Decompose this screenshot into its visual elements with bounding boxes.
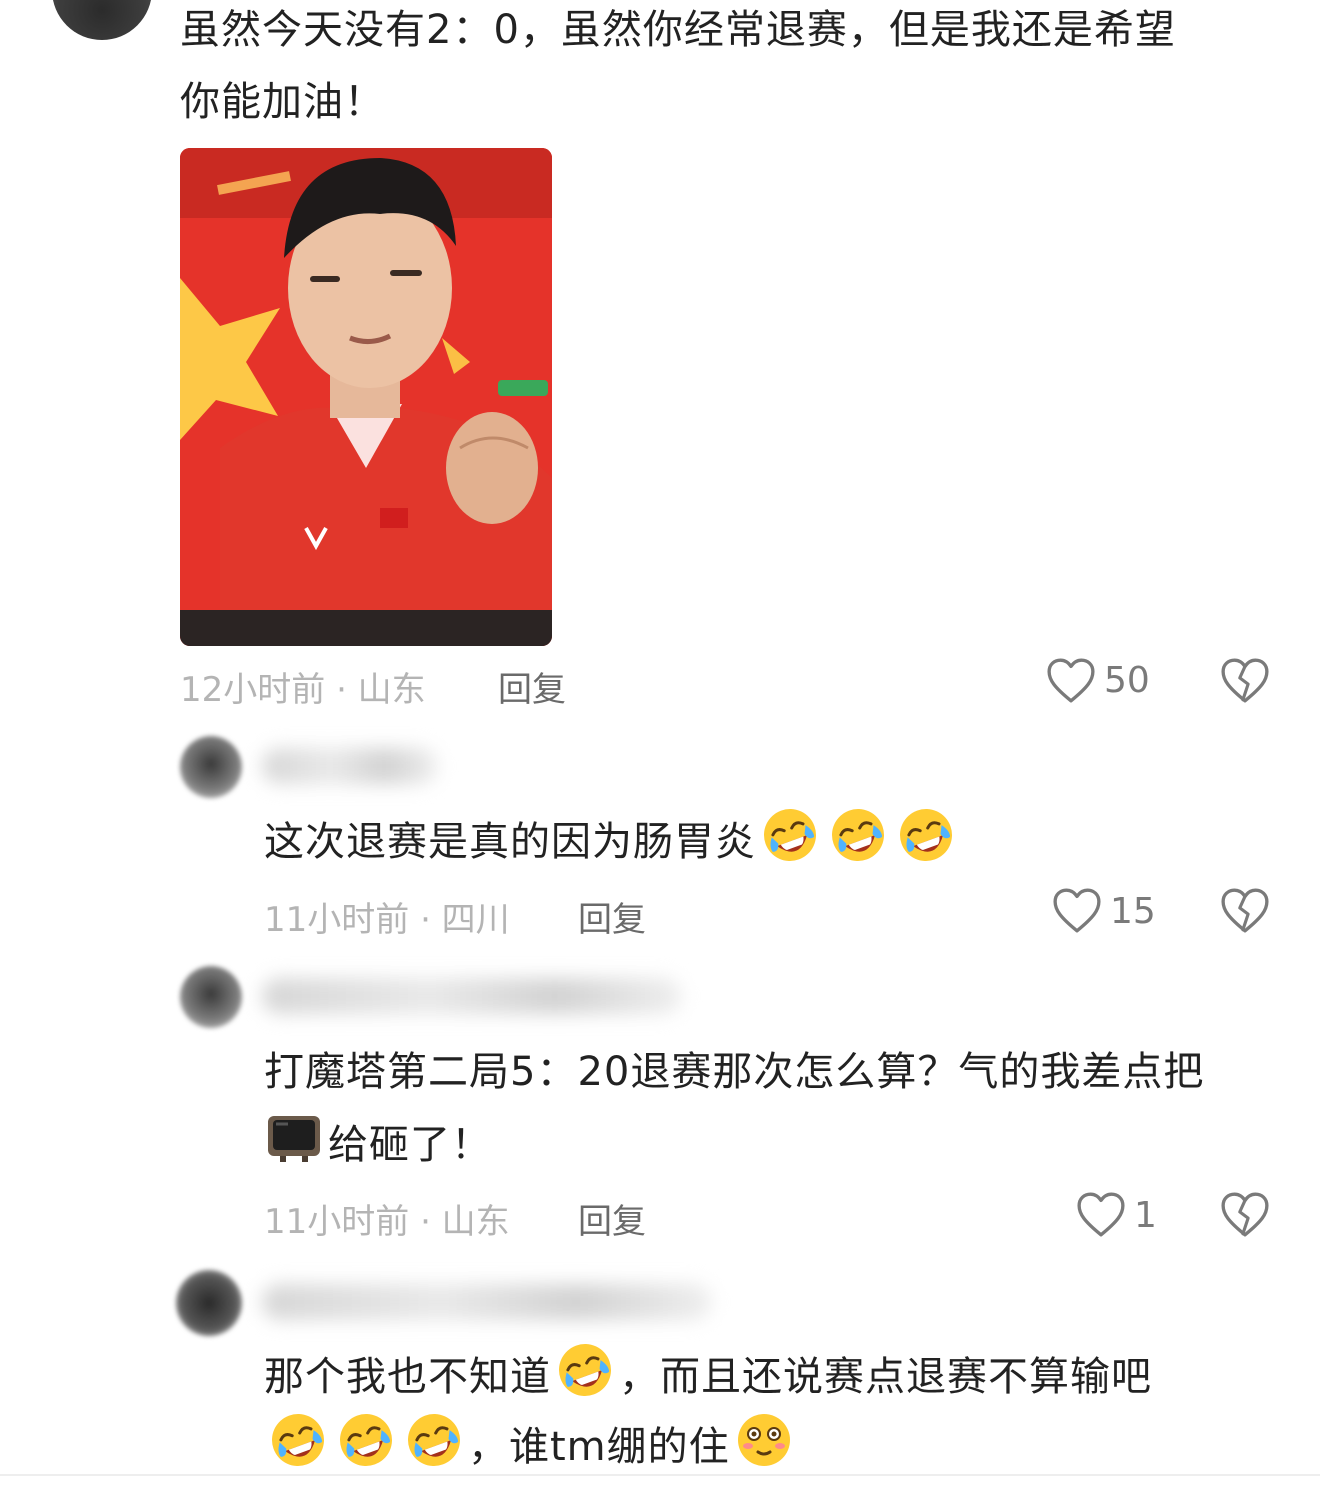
reply-1-username-blurred — [262, 748, 438, 784]
rofl-emoji — [896, 805, 956, 865]
heart-outline-icon — [1052, 888, 1102, 934]
comment-meta: 12小时前 · 山东 — [180, 670, 426, 710]
television-emoji — [264, 1108, 324, 1168]
commenter-avatar[interactable] — [52, 0, 152, 40]
comment-image[interactable] — [180, 148, 552, 646]
like-button[interactable] — [1046, 658, 1096, 706]
broken-heart-icon — [1220, 658, 1270, 704]
reply-button[interactable]: 回复 — [498, 662, 566, 711]
reply-1-reply-button[interactable]: 回复 — [578, 892, 646, 941]
broken-heart-icon — [1220, 888, 1270, 934]
rofl-emoji — [336, 1410, 396, 1470]
reply-2-username-blurred — [262, 978, 682, 1014]
reply-3-avatar[interactable] — [176, 1270, 242, 1336]
flushed-face-emoji — [734, 1410, 794, 1470]
reply-1-text: 这次退赛是真的因为肠胃炎 — [264, 805, 960, 878]
heart-outline-icon — [1076, 1192, 1126, 1238]
reply-1-avatar[interactable] — [180, 736, 242, 798]
reply-2-reply-button[interactable]: 回复 — [578, 1194, 646, 1243]
comment-text-line-2: 你能加油！ — [180, 79, 385, 125]
reply-2-like-button[interactable] — [1076, 1192, 1126, 1240]
rofl-emoji — [760, 805, 820, 865]
reply-1-meta: 11小时前 · 四川 — [264, 900, 510, 940]
reply-2-text-line-2: 给砸了！ — [264, 1108, 492, 1181]
reply-2-meta: 11小时前 · 山东 — [264, 1202, 510, 1242]
heart-outline-icon — [1046, 658, 1096, 704]
reply-1-like-count: 15 — [1110, 891, 1156, 932]
rofl-emoji — [828, 805, 888, 865]
reply-2-text-line-1: 打魔塔第二局5：20退赛那次怎么算？气的我差点把 — [264, 1049, 1205, 1095]
comment-text-line-1: 虽然今天没有2：0，虽然你经常退赛，但是我还是希望 — [180, 7, 1176, 53]
rofl-emoji — [555, 1340, 615, 1400]
divider — [0, 1474, 1320, 1476]
reply-3-username-blurred — [262, 1284, 712, 1320]
reply-3-text-line-2: ，谁tm绷的住 — [264, 1410, 798, 1483]
reply-2-dislike-button[interactable] — [1220, 1192, 1270, 1240]
reply-1-like-button[interactable] — [1052, 888, 1102, 936]
dislike-button[interactable] — [1220, 658, 1270, 706]
broken-heart-icon — [1220, 1192, 1270, 1238]
reply-2-like-count: 1 — [1134, 1195, 1157, 1236]
reply-2-avatar[interactable] — [180, 966, 242, 1028]
reply-3-text-line-1: 那个我也不知道 ，而且还说赛点退赛不算输吧 — [264, 1340, 1152, 1413]
rofl-emoji — [268, 1410, 328, 1470]
like-count: 50 — [1104, 660, 1150, 701]
reply-1-dislike-button[interactable] — [1220, 888, 1270, 936]
rofl-emoji — [404, 1410, 464, 1470]
